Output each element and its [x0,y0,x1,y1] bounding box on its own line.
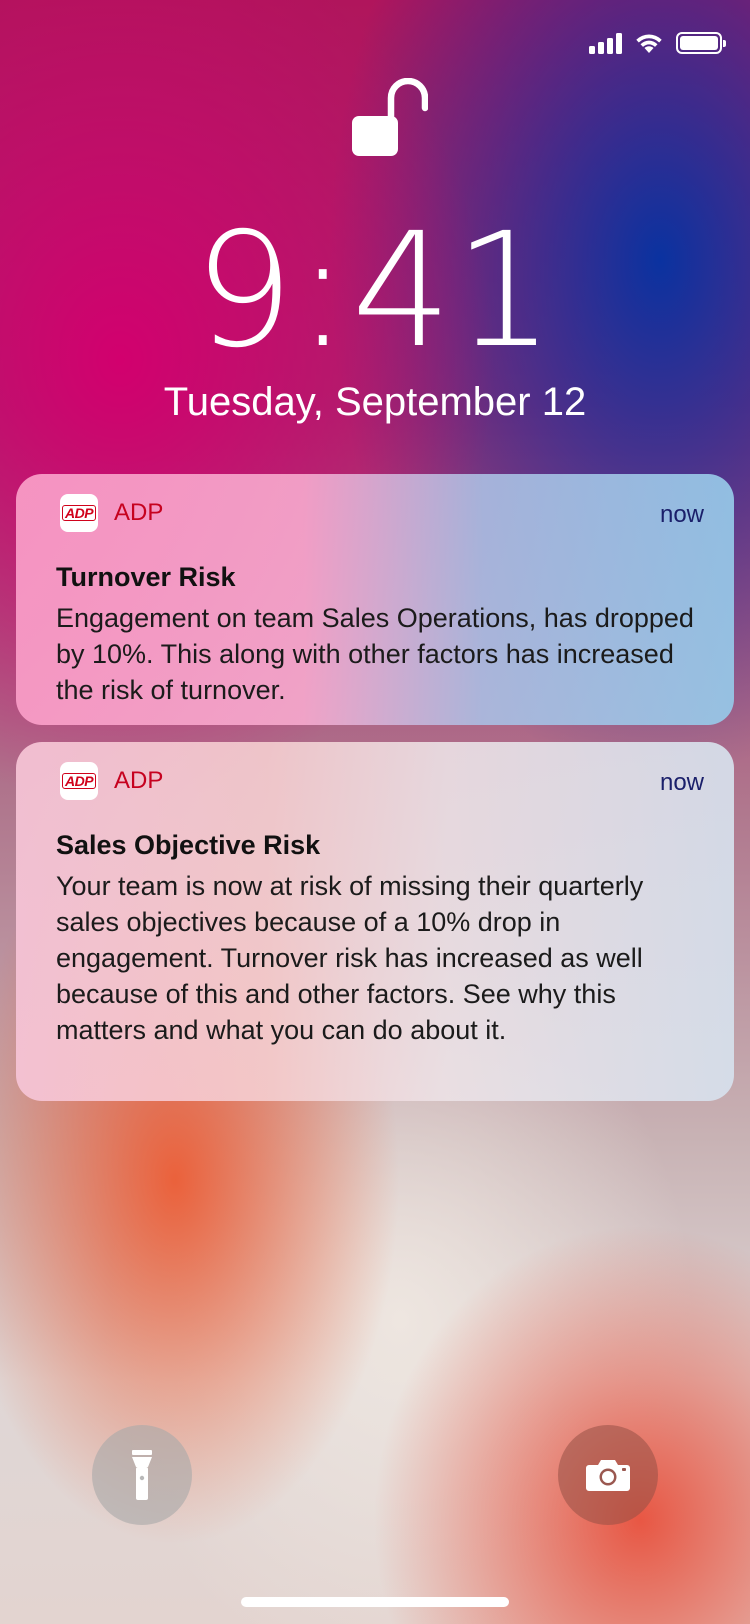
adp-logo-mark: ADP [61,505,97,521]
notification-header: ADP ADP now [40,742,704,828]
battery-icon [676,32,726,54]
adp-logo-icon: ADP [60,494,98,532]
notification-app-name: ADP [114,499,164,526]
notification-timestamp: now [659,501,704,528]
adp-logo-icon: ADP [60,762,98,800]
notification-header: ADP ADP now [40,474,704,560]
notification-title: Sales Objective Risk [56,830,321,860]
flashlight-button[interactable] [92,1425,192,1525]
notification-sales-objective-risk[interactable]: ADP ADP now Sales Objective Risk Your te… [16,742,734,1101]
wifi-icon [636,34,662,53]
battery-level [680,36,718,50]
status-bar [589,32,726,54]
home-indicator[interactable] [241,1597,509,1607]
notification-body: Engagement on team Sales Operations, has… [56,603,694,705]
lock-screen-time: 9:41 [193,199,557,383]
camera-button[interactable] [558,1425,658,1525]
unlocked-padlock-icon [352,78,428,156]
notification-title: Turnover Risk [56,562,236,592]
notification-app-name: ADP [114,767,164,794]
camera-icon [586,1460,630,1491]
cellular-signal-icon [589,32,622,54]
notification-body: Your team is now at risk of missing thei… [56,871,644,1045]
notification-timestamp: now [659,769,704,796]
adp-logo-mark: ADP [61,773,97,789]
notification-turnover-risk[interactable]: ADP ADP now Turnover Risk Engagement on … [16,474,734,725]
flashlight-icon [132,1450,152,1500]
lock-screen-date: Tuesday, September 12 [163,380,587,424]
